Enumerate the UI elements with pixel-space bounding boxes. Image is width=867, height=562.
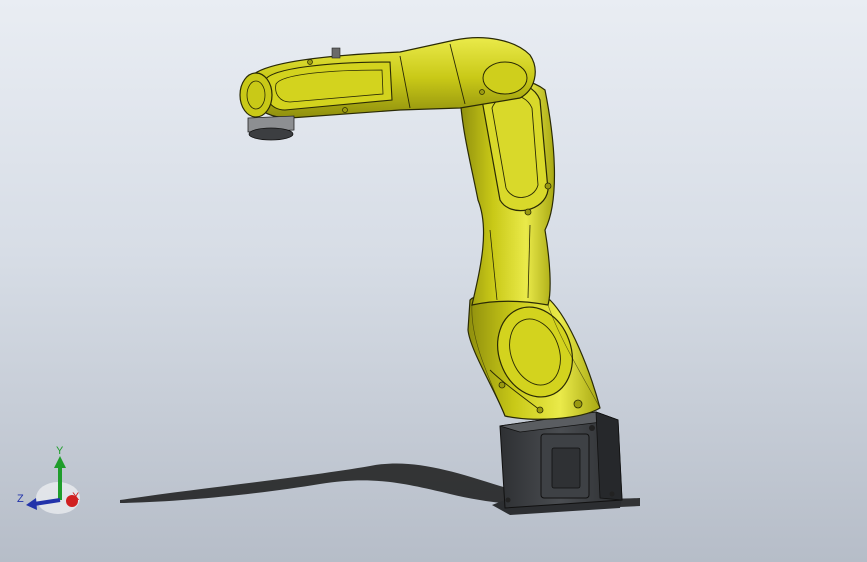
robot-base[interactable]: [492, 411, 623, 515]
coordinate-triad: Y Z X: [17, 445, 80, 514]
x-axis-label: X: [72, 491, 80, 503]
z-axis-label: Z: [17, 493, 24, 505]
graphics-viewport[interactable]: Y Z X: [0, 0, 867, 562]
robot-turret[interactable]: [467, 291, 601, 420]
robot-upper-arm[interactable]: [459, 78, 556, 306]
y-axis-label: Y: [56, 445, 64, 457]
model-scene[interactable]: [0, 0, 867, 562]
